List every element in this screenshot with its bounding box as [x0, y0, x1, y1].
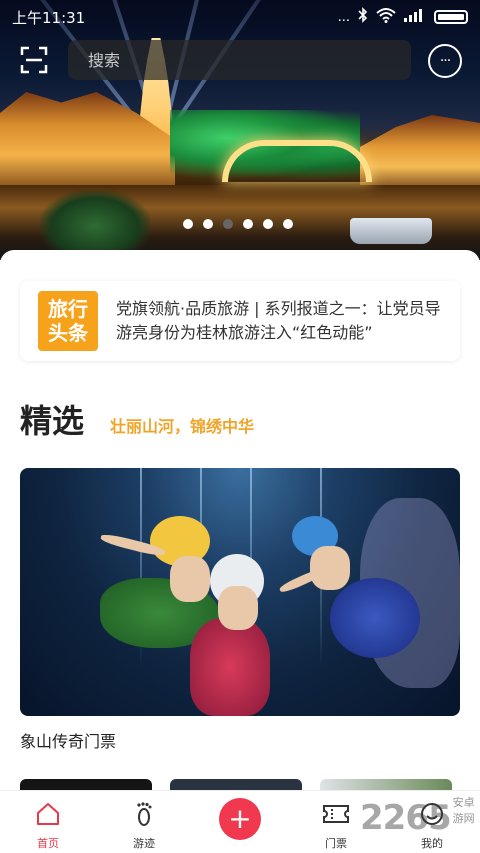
bluetooth-icon — [358, 7, 368, 27]
carousel-indicator — [183, 219, 293, 229]
section-title: 精选 — [20, 402, 85, 440]
scan-button[interactable] — [14, 44, 54, 76]
travel-headlines-logo: 旅行 头条 — [38, 291, 98, 351]
status-time: 上午11:31 — [12, 8, 86, 27]
carousel-dot[interactable] — [263, 219, 273, 229]
watermark: 2265 安卓游网 — [360, 796, 475, 838]
scan-icon — [20, 46, 48, 74]
carousel-dot[interactable] — [243, 219, 253, 229]
ticket-icon — [322, 801, 350, 827]
carousel-dot[interactable] — [183, 219, 193, 229]
footprint-icon — [130, 801, 158, 827]
carousel-dot[interactable] — [203, 219, 213, 229]
signal-icon — [404, 8, 426, 26]
featured-image[interactable] — [20, 468, 460, 716]
tab-home[interactable]: 首页 — [8, 791, 88, 853]
wifi-icon — [376, 7, 396, 27]
home-icon — [34, 801, 62, 827]
carousel-dot[interactable] — [283, 219, 293, 229]
news-headline: 党旗领航·品质旅游 | 系列报道之一：让党员导游亮身份为桂林旅游注入“红色动能” — [116, 299, 441, 342]
feature-caption[interactable]: 象山传奇门票 — [20, 728, 116, 752]
carousel-dot[interactable] — [223, 219, 233, 229]
plus-icon: + — [228, 802, 252, 835]
tab-footprints[interactable]: 游迹 — [104, 791, 184, 853]
section-subtitle: 壮丽山河，锦绣中华 — [110, 417, 255, 436]
search-input[interactable] — [88, 50, 411, 70]
messages-button[interactable]: ··· — [428, 44, 462, 78]
battery-icon — [434, 10, 468, 24]
chat-icon: ··· — [439, 53, 451, 69]
status-bar: 上午11:31 ... — [0, 0, 480, 34]
add-button[interactable]: + — [219, 798, 261, 840]
status-dots: ... — [337, 9, 350, 25]
news-card[interactable]: 旅行 头条 党旗领航·品质旅游 | 系列报道之一：让党员导游亮身份为桂林旅游注入… — [20, 281, 460, 361]
search-bar[interactable] — [68, 40, 411, 80]
